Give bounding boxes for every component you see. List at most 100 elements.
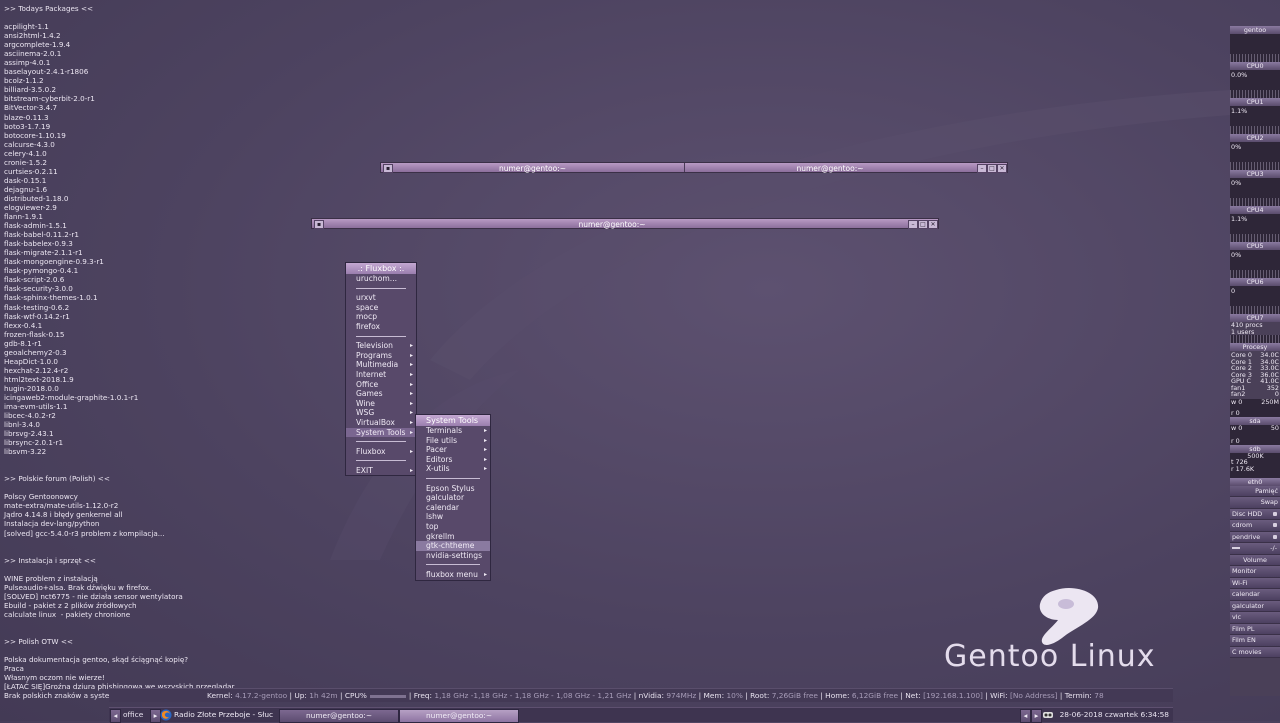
conky-statusbar: Kernel: 4.17.2-gentoo | Up: 1h 42m | CPU…	[109, 688, 1173, 702]
submenu-arrow-icon: ▸	[409, 447, 413, 455]
submenu-arrow-icon: ▸	[409, 361, 413, 369]
menu-item[interactable]: urxvt	[346, 293, 416, 303]
launcher-button[interactable]: Film EN	[1230, 635, 1280, 647]
conky-item: celery-4.1.0	[4, 148, 47, 158]
launcher-button[interactable]: Wi-Fi	[1230, 577, 1280, 589]
maximize-button[interactable]: □	[987, 164, 997, 173]
menu-item[interactable]: mocp	[346, 312, 416, 322]
menu-item-label: Multimedia	[356, 360, 399, 370]
conky-gap	[4, 646, 304, 655]
conky-item: dask-0.15.1	[4, 175, 47, 185]
system-tools-submenu[interactable]: System Tools Terminals ▸ File utils ▸ Pacer ▸…	[415, 414, 491, 581]
menu-item[interactable]: Multimedia ▸	[346, 360, 416, 370]
menu-item[interactable]: Television ▸	[346, 341, 416, 351]
menu-item[interactable]: X-utils ▸	[416, 464, 490, 474]
menu-item[interactable]: galculator	[416, 493, 490, 503]
conky-item: flask-babelex-0.9.3	[4, 239, 73, 249]
menu-item[interactable]: EXIT ▸	[346, 466, 416, 476]
conky-item: frozen-flask-0.15	[4, 329, 65, 339]
menu-item-label: gtk-chtheme	[426, 541, 475, 551]
launcher-button[interactable]: calendar	[1230, 589, 1280, 601]
eth0-r: r 17.6K	[1231, 464, 1255, 473]
menu-item[interactable]: calendar	[416, 503, 490, 513]
procesy-chart	[1230, 335, 1280, 343]
conky-item: Pulseaudio+alsa. Brak dźwięku w firefox.	[4, 582, 152, 592]
conky-gap	[4, 628, 304, 637]
termin-label: Termin:	[1064, 691, 1092, 700]
mount-button[interactable]: cdrom	[1230, 520, 1280, 532]
menu-item-label: Office	[356, 379, 379, 389]
net-value: [192.168.1.100]	[923, 691, 983, 700]
launcher-button[interactable]: vlc	[1230, 612, 1280, 624]
terminal-window-titlebar-2[interactable]: ▪ numer@gentoo:~ – □ ✕	[311, 218, 939, 229]
conky-item: baselayout-2.4.1-r1806	[4, 67, 89, 77]
workspace-name[interactable]: office	[123, 708, 143, 722]
minimize-button[interactable]: –	[908, 220, 918, 229]
conky-item: asciinema-2.0.1	[4, 49, 62, 59]
termin-value: 78	[1094, 691, 1104, 700]
volume-slider[interactable]: -/-	[1230, 543, 1280, 555]
launcher-button[interactable]: galculator	[1230, 600, 1280, 612]
menu-item[interactable]: Epson Stylus	[416, 484, 490, 494]
menu-item[interactable]: Fluxbox ▸	[346, 447, 416, 457]
launcher-button[interactable]: C movies	[1230, 646, 1280, 658]
swap-meter: Swap	[1230, 497, 1280, 509]
sdb-chart: w 0 50 r 0	[1230, 424, 1280, 445]
menu-item[interactable]: firefox	[346, 322, 416, 332]
conky-item: billiard-3.5.0.2	[4, 85, 57, 95]
launcher-button[interactable]: Film PL	[1230, 623, 1280, 635]
conky-section-header: >> Polish OTW <<	[4, 636, 73, 646]
cpu-value: 1.1%	[1231, 215, 1248, 223]
wifi-value: [No Address]	[1009, 691, 1058, 700]
menu-item[interactable]: Terminals ▸	[416, 426, 490, 436]
maximize-button[interactable]: □	[918, 220, 928, 229]
conky-item: Własnym oczom nie wierze!	[4, 673, 105, 682]
menu-item[interactable]: Programs ▸	[346, 351, 416, 361]
launcher-button[interactable]: Monitor	[1230, 566, 1280, 578]
menu-item[interactable]: VirtualBox ▸	[346, 418, 416, 428]
tray-app-icon[interactable]	[1043, 710, 1053, 720]
menu-item[interactable]: Editors ▸	[416, 455, 490, 465]
terminal-window-titlebar-1[interactable]: ▪ numer@gentoo:~ numer@gentoo:~ – □ ✕	[380, 162, 1008, 173]
mount-button[interactable]: pendrive	[1230, 531, 1280, 543]
fluxbox-toolbar: ◂ office ▸ Radio Złote Przeboje - Słuc nu…	[109, 707, 1173, 723]
cpu-label: CPU0	[1230, 62, 1280, 70]
menu-item[interactable]: space	[346, 303, 416, 313]
menu-item[interactable]: System Tools ▸	[346, 427, 416, 438]
menu-item[interactable]: gtk-chtheme	[416, 541, 490, 551]
task-button[interactable]: Radio Złote Przeboje - Słuc	[174, 709, 277, 721]
menu-item[interactable]: Pacer ▸	[416, 445, 490, 455]
conky-item: HeapDict-1.0.0	[4, 356, 58, 366]
cpu-value: 1.1%	[1231, 107, 1248, 115]
conky-gap	[4, 456, 304, 465]
menu-item-label: galculator	[426, 493, 465, 503]
menu-item[interactable]: gkrellm	[416, 532, 490, 542]
mount-button[interactable]: Disc HDD	[1230, 508, 1280, 520]
close-button[interactable]: ✕	[997, 164, 1007, 173]
cpu-value: 0%	[1231, 251, 1242, 259]
menu-item[interactable]: File utils ▸	[416, 436, 490, 446]
menu-item[interactable]: fluxbox menu ▸	[416, 570, 490, 580]
menu-item[interactable]: lshw	[416, 512, 490, 522]
close-button[interactable]: ✕	[928, 220, 938, 229]
menu-item[interactable]: uruchom...	[346, 274, 416, 284]
submenu-arrow-icon: ▸	[409, 409, 413, 417]
menu-item[interactable]: Games ▸	[346, 389, 416, 399]
menu-item-label: uruchom...	[356, 274, 398, 283]
conky-item: cronie-1.5.2	[4, 157, 48, 167]
menu-item[interactable]: top	[416, 522, 490, 532]
fluxbox-root-menu[interactable]: .: Fluxbox :. uruchom... urxvt space mocp fi…	[345, 262, 417, 477]
menu-item[interactable]: Wine ▸	[346, 399, 416, 409]
gkrellm-monitor: gentoo CPU0 0.0% CPU1 1.1% CPU2 0% CPU3 0% CPU4 1…	[1230, 26, 1280, 696]
cpu-label: CPU1	[1230, 98, 1280, 106]
menu-item[interactable]: Office ▸	[346, 380, 416, 390]
menu-item[interactable]: Internet ▸	[346, 370, 416, 380]
menu-item[interactable]: WSG ▸	[346, 408, 416, 418]
firefox-icon[interactable]	[160, 709, 172, 721]
submenu-arrow-icon: ▸	[409, 399, 413, 407]
submenu-arrow-icon: ▸	[483, 570, 487, 578]
conky-gap	[4, 547, 304, 556]
minimize-button[interactable]: –	[977, 164, 987, 173]
menu-item[interactable]: nvidia-settings	[416, 551, 490, 561]
net-label: Net:	[905, 691, 921, 700]
